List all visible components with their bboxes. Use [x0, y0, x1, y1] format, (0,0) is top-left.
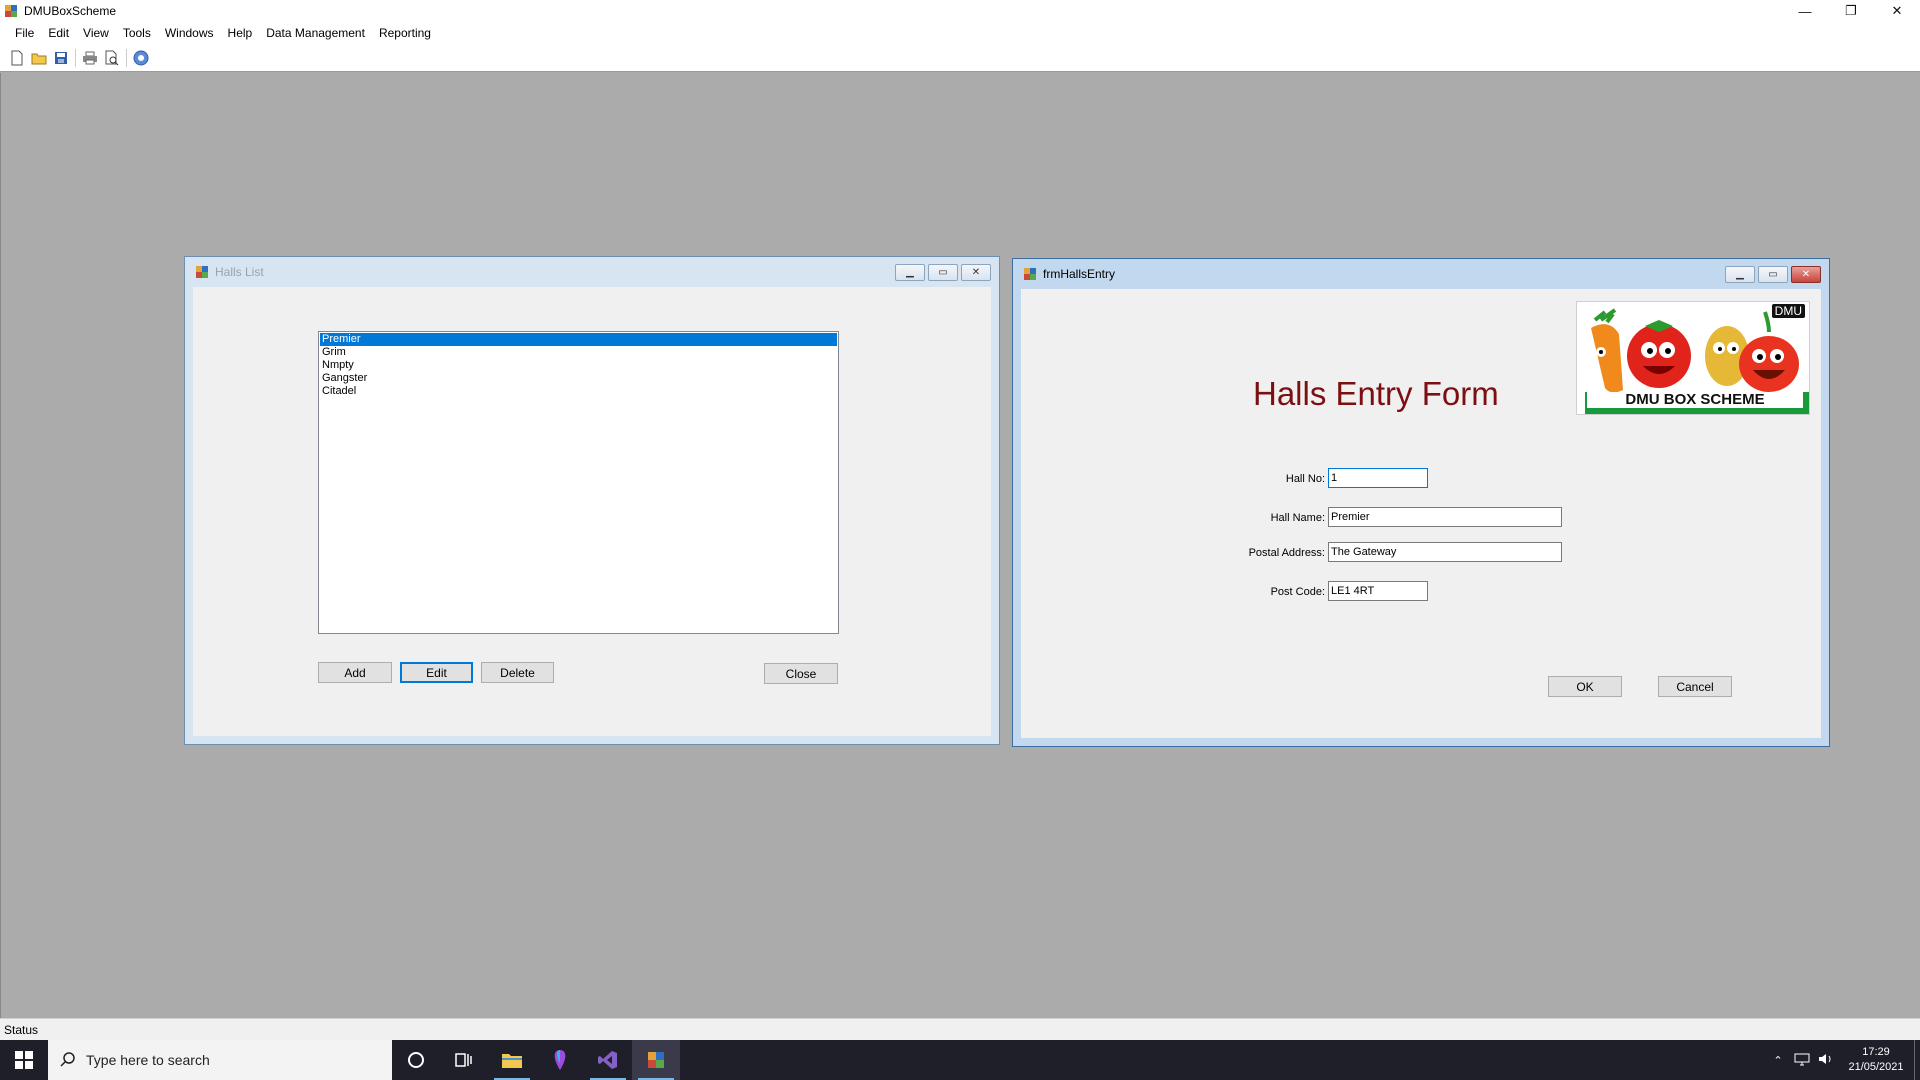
hall-name-label: Hall Name: — [1270, 512, 1325, 524]
status-bar: Status — [0, 1018, 1920, 1040]
start-button[interactable] — [0, 1040, 48, 1080]
menu-help[interactable]: Help — [221, 22, 260, 44]
minimize-icon: ▁ — [1736, 269, 1744, 280]
open-icon[interactable] — [28, 47, 50, 69]
list-item[interactable]: Citadel — [320, 385, 837, 398]
list-item[interactable]: Grim — [320, 346, 837, 359]
visual-studio-button[interactable] — [584, 1040, 632, 1080]
print-preview-icon[interactable] — [101, 47, 123, 69]
visual-studio-icon — [598, 1051, 617, 1069]
list-item[interactable]: Premier — [320, 333, 837, 346]
clock-date: 21/05/2021 — [1848, 1061, 1904, 1073]
close-list-button[interactable]: Close — [764, 663, 838, 684]
halls-entry-client: Halls Entry Form DMU BOX SCHEME DMU Hall… — [1021, 289, 1821, 738]
search-icon — [60, 1051, 76, 1070]
volume-icon[interactable] — [1814, 1052, 1838, 1069]
help-icon[interactable] — [130, 47, 152, 69]
menu-bar: File Edit View Tools Windows Help Data M… — [0, 22, 1920, 44]
halls-list-window: Halls List ▁ ▭ ✕ Premier Grim Nmpty Gang… — [184, 256, 1000, 745]
app-icon — [648, 1052, 664, 1068]
task-view-button[interactable] — [440, 1040, 488, 1080]
minimize-button[interactable]: — — [1782, 0, 1828, 22]
app-title-bar: DMUBoxScheme — ❐ ✕ — [0, 0, 1920, 22]
list-item[interactable]: Gangster — [320, 372, 837, 385]
close-button[interactable]: ✕ — [1874, 0, 1920, 22]
menu-edit[interactable]: Edit — [41, 22, 76, 44]
search-placeholder: Type here to search — [86, 1052, 210, 1068]
menu-view[interactable]: View — [76, 22, 116, 44]
page-title: Halls Entry Form — [1253, 375, 1499, 412]
maximize-icon: ▭ — [1768, 269, 1778, 280]
maximize-icon: ▭ — [938, 267, 948, 278]
form-icon — [1023, 267, 1037, 281]
hall-name-field[interactable]: Premier — [1328, 507, 1562, 527]
app-title: DMUBoxScheme — [24, 4, 117, 18]
logo-badge: DMU — [1771, 304, 1805, 318]
halls-list-client: Premier Grim Nmpty Gangster Citadel Add … — [193, 287, 991, 736]
dmu-box-scheme-logo: DMU BOX SCHEME DMU — [1576, 301, 1810, 415]
halls-list-minimize-button[interactable]: ▁ — [895, 264, 925, 281]
taskbar: Type here to search ⌃ 17:29 21/05/2021 — [0, 1040, 1920, 1080]
post-code-label: Post Code: — [1270, 586, 1325, 598]
print-icon[interactable] — [79, 47, 101, 69]
add-button[interactable]: Add — [318, 662, 392, 683]
network-icon[interactable] — [1790, 1052, 1814, 1069]
logo-text: DMU BOX SCHEME — [1587, 392, 1803, 408]
halls-list-maximize-button[interactable]: ▭ — [928, 264, 958, 281]
clock-time: 17:29 — [1862, 1046, 1890, 1058]
close-icon: ✕ — [1801, 269, 1811, 280]
halls-entry-window: frmHallsEntry ▁ ▭ ✕ Halls Entry Form DMU… — [1012, 258, 1830, 747]
menu-windows[interactable]: Windows — [158, 22, 221, 44]
cortana-button[interactable] — [392, 1040, 440, 1080]
clock[interactable]: 17:29 21/05/2021 — [1838, 1045, 1914, 1075]
halls-listbox[interactable]: Premier Grim Nmpty Gangster Citadel — [318, 331, 839, 634]
dmu-box-scheme-taskbar-button[interactable] — [632, 1040, 680, 1080]
menu-tools[interactable]: Tools — [116, 22, 158, 44]
minimize-icon: ▁ — [906, 267, 914, 278]
app-icon — [4, 4, 18, 18]
system-tray: ⌃ 17:29 21/05/2021 — [1766, 1040, 1920, 1080]
ok-button[interactable]: OK — [1548, 676, 1622, 697]
toolbar-separator — [126, 48, 127, 67]
menu-reporting[interactable]: Reporting — [372, 22, 438, 44]
halls-list-title: Halls List — [215, 265, 264, 279]
halls-entry-title-bar[interactable]: frmHallsEntry — [1013, 259, 1829, 289]
postal-address-field[interactable]: The Gateway — [1328, 542, 1562, 562]
cancel-button[interactable]: Cancel — [1658, 676, 1732, 697]
new-icon[interactable] — [6, 47, 28, 69]
halls-list-title-bar[interactable]: Halls List — [185, 257, 999, 287]
form-icon — [195, 265, 209, 279]
folder-icon — [502, 1054, 522, 1068]
menu-data-management[interactable]: Data Management — [259, 22, 372, 44]
restore-button[interactable]: ❐ — [1828, 0, 1874, 22]
task-view-icon — [455, 1053, 472, 1067]
cortana-icon — [408, 1052, 424, 1068]
hall-no-label: Hall No: — [1285, 473, 1325, 485]
paint-3d-button[interactable] — [536, 1040, 584, 1080]
edit-button[interactable]: Edit — [400, 662, 473, 683]
file-explorer-button[interactable] — [488, 1040, 536, 1080]
halls-entry-minimize-button[interactable]: ▁ — [1725, 266, 1755, 283]
close-icon: ✕ — [971, 267, 981, 278]
delete-button[interactable]: Delete — [481, 662, 554, 683]
toolbar-separator — [75, 48, 76, 67]
taskbar-search[interactable]: Type here to search — [48, 1040, 392, 1080]
post-code-field[interactable]: LE1 4RT — [1328, 581, 1428, 601]
halls-entry-title: frmHallsEntry — [1043, 267, 1116, 281]
halls-entry-close-button[interactable]: ✕ — [1791, 266, 1821, 283]
chevron-up-icon[interactable]: ⌃ — [1766, 1054, 1790, 1067]
menu-file[interactable]: File — [8, 22, 41, 44]
toolbar — [0, 44, 1920, 72]
halls-list-close-button[interactable]: ✕ — [961, 264, 991, 281]
save-icon[interactable] — [50, 47, 72, 69]
postal-address-label: Postal Address: — [1248, 547, 1325, 559]
windows-icon — [15, 1051, 33, 1069]
status-label: Status — [4, 1022, 39, 1037]
list-item[interactable]: Nmpty — [320, 359, 837, 372]
show-desktop-button[interactable] — [1914, 1040, 1920, 1080]
hall-no-field[interactable]: 1 — [1328, 468, 1428, 488]
paint-icon — [554, 1050, 566, 1070]
halls-entry-maximize-button[interactable]: ▭ — [1758, 266, 1788, 283]
